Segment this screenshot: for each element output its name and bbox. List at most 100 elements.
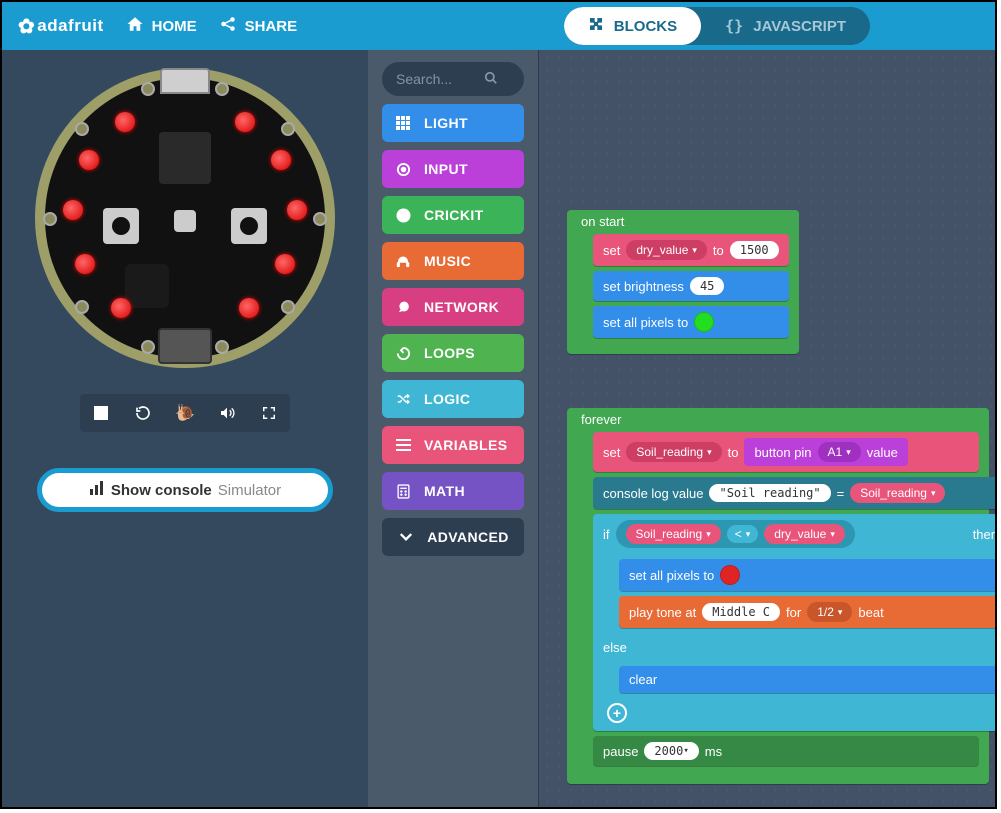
- category-loops[interactable]: LOOPS: [382, 334, 524, 372]
- console-log-label: console log value: [603, 486, 703, 501]
- category-variables[interactable]: VARIABLES: [382, 426, 524, 464]
- pad-hole: [141, 340, 155, 354]
- tab-javascript[interactable]: {} JAVASCRIPT: [701, 7, 870, 45]
- pad-hole: [141, 82, 155, 96]
- clear-block[interactable]: clear: [619, 666, 995, 693]
- pause-block[interactable]: pause 2000 ms: [593, 736, 979, 766]
- search-icon: [484, 71, 498, 88]
- set-all-pixels-block[interactable]: set all pixels to: [619, 559, 995, 591]
- chevron-down-icon: [397, 532, 415, 542]
- number-input[interactable]: 1500: [730, 241, 779, 259]
- set-variable-block[interactable]: set Soil_reading to button pin A1 value: [593, 432, 979, 472]
- category-music[interactable]: MUSIC: [382, 242, 524, 280]
- pad-hole: [75, 122, 89, 136]
- show-console-label: Show console: [111, 482, 212, 499]
- toolbox-search[interactable]: [382, 62, 524, 96]
- cat-label: LIGHT: [424, 115, 468, 131]
- brightness-label: set brightness: [603, 279, 684, 294]
- top-header: ✿ adafruit HOME SHARE BLOCKS {}: [2, 2, 995, 50]
- set-label: set: [603, 243, 620, 258]
- show-console-sub: Simulator: [218, 482, 281, 499]
- category-math[interactable]: MATH: [382, 472, 524, 510]
- pixels-label: set all pixels to: [603, 315, 688, 330]
- set-variable-block[interactable]: set dry_value to 1500: [593, 234, 789, 266]
- neopixel-led: [115, 112, 135, 132]
- category-logic[interactable]: LOGIC: [382, 380, 524, 418]
- on-start-stack[interactable]: on start set dry_value to 1500 set brigh…: [567, 210, 799, 354]
- circuit-playground-board[interactable]: [35, 68, 335, 368]
- operator-dropdown[interactable]: <: [727, 525, 759, 543]
- forever-stack[interactable]: forever set Soil_reading to button pin A…: [567, 408, 995, 784]
- variable-dropdown[interactable]: dry_value: [626, 240, 707, 260]
- mute-button[interactable]: [206, 394, 248, 432]
- cat-label: INPUT: [424, 161, 468, 177]
- compare-block[interactable]: Soil_reading < dry_value: [616, 520, 855, 548]
- note-input[interactable]: Middle C: [702, 603, 780, 621]
- home-label: HOME: [152, 18, 197, 35]
- string-input[interactable]: "Soil reading": [709, 484, 830, 502]
- play-tone-label: play tone at: [629, 605, 696, 620]
- number-input[interactable]: 45: [690, 277, 724, 295]
- console-log-block[interactable]: console log value "Soil reading" = Soil_…: [593, 477, 995, 509]
- blocks-canvas[interactable]: on start set dry_value to 1500 set brigh…: [538, 50, 995, 807]
- cat-label: MUSIC: [424, 253, 471, 269]
- restart-button[interactable]: [122, 394, 164, 432]
- eq-label: =: [837, 486, 845, 501]
- brand-logo[interactable]: ✿ adafruit: [18, 14, 104, 39]
- button-b[interactable]: [231, 208, 267, 244]
- forever-hat[interactable]: forever set Soil_reading to button pin A…: [567, 408, 989, 784]
- on-start-hat[interactable]: on start set dry_value to 1500 set brigh…: [567, 210, 799, 354]
- set-all-pixels-block[interactable]: set all pixels to: [593, 306, 789, 338]
- variable-reporter[interactable]: Soil_reading: [850, 483, 945, 503]
- duration-dropdown[interactable]: 2000: [644, 742, 698, 760]
- add-branch-button[interactable]: +: [607, 703, 627, 723]
- stop-button[interactable]: [80, 394, 122, 432]
- headphones-icon: [394, 254, 412, 269]
- circle-icon: [394, 208, 412, 223]
- play-tone-block[interactable]: play tone at Middle C for 1/2 beat: [619, 596, 995, 628]
- to-label: to: [713, 243, 724, 258]
- pad-hole: [215, 340, 229, 354]
- cat-label: VARIABLES: [424, 437, 507, 453]
- show-console-button[interactable]: Show console Simulator: [37, 468, 333, 512]
- category-network[interactable]: NETWORK: [382, 288, 524, 326]
- category-input[interactable]: INPUT: [382, 150, 524, 188]
- color-picker[interactable]: [694, 312, 714, 332]
- calculator-icon: [394, 484, 412, 499]
- else-label: else: [593, 634, 995, 661]
- input-reporter-block[interactable]: button pin A1 value: [744, 438, 907, 466]
- variable-reporter[interactable]: Soil_reading: [626, 524, 721, 544]
- color-picker[interactable]: [720, 565, 740, 585]
- braces-icon: {}: [725, 17, 743, 35]
- shuffle-icon: [394, 392, 412, 406]
- search-input[interactable]: [396, 71, 476, 87]
- cat-label: LOGIC: [424, 391, 470, 407]
- category-light[interactable]: LIGHT: [382, 104, 524, 142]
- beat-dropdown[interactable]: 1/2: [807, 602, 852, 622]
- category-crickit[interactable]: CRICKIT: [382, 196, 524, 234]
- snail-icon: 🐌: [175, 403, 195, 423]
- set-brightness-block[interactable]: set brightness 45: [593, 271, 789, 301]
- fullscreen-button[interactable]: [248, 394, 290, 432]
- category-advanced[interactable]: ADVANCED: [382, 518, 524, 556]
- redo-icon: [394, 346, 412, 361]
- tab-js-label: JAVASCRIPT: [753, 18, 846, 35]
- editor-tab-switch: BLOCKS {} JAVASCRIPT: [564, 7, 870, 45]
- pin-dropdown[interactable]: A1: [818, 442, 861, 462]
- then-label: then: [973, 527, 995, 542]
- slowmo-button[interactable]: 🐌: [164, 394, 206, 432]
- if-else-block[interactable]: if Soil_reading < dry_value then: [593, 514, 995, 731]
- cat-label: CRICKIT: [424, 207, 484, 223]
- reset-button[interactable]: [174, 210, 196, 232]
- neopixel-led: [271, 150, 291, 170]
- cat-label: LOOPS: [424, 345, 475, 361]
- toolbox-panel: LIGHT INPUT CRICKIT MUSIC NETWORK LOOPS …: [368, 50, 538, 807]
- neopixel-led: [63, 200, 83, 220]
- tab-blocks[interactable]: BLOCKS: [564, 7, 701, 45]
- share-button[interactable]: SHARE: [219, 15, 298, 37]
- variable-reporter[interactable]: dry_value: [764, 524, 845, 544]
- variable-dropdown[interactable]: Soil_reading: [626, 442, 721, 462]
- home-button[interactable]: HOME: [126, 15, 197, 37]
- button-a[interactable]: [103, 208, 139, 244]
- share-label: SHARE: [245, 18, 298, 35]
